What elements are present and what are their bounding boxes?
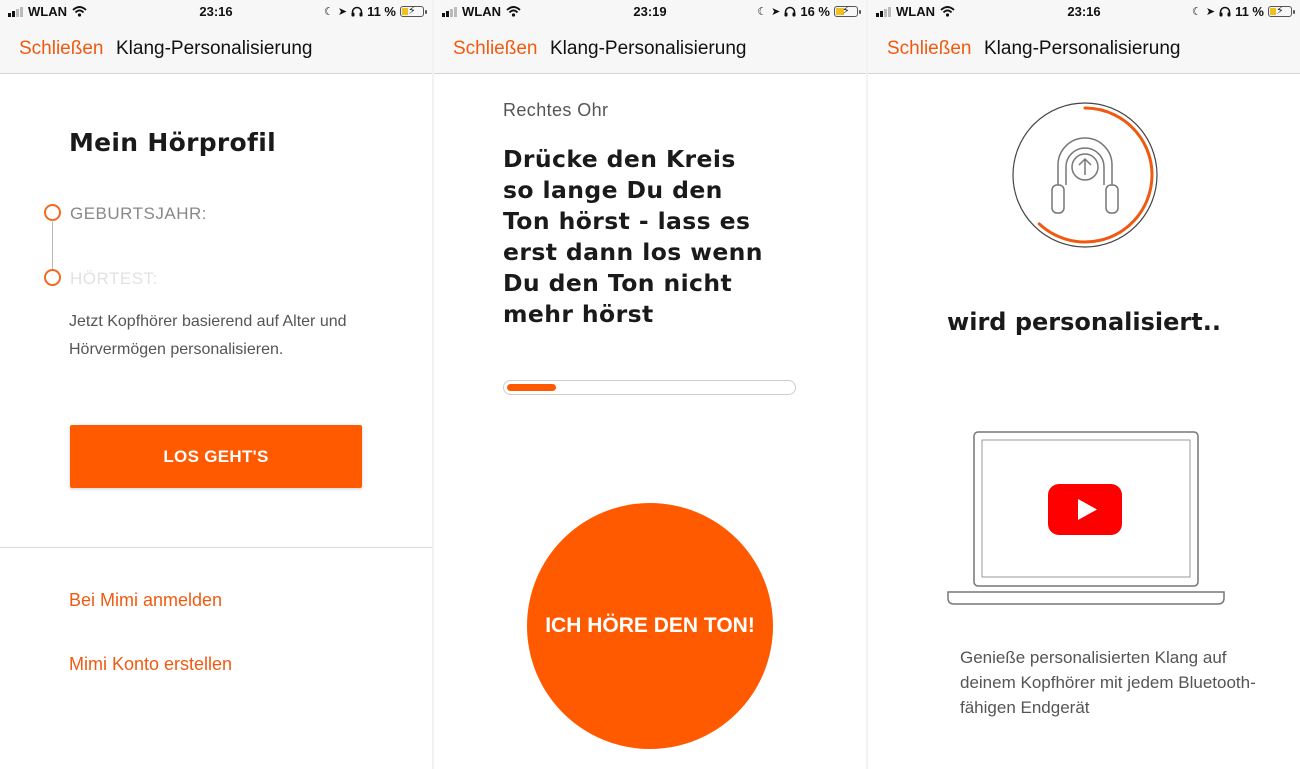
location-arrow-icon: ➤ — [771, 6, 781, 18]
nav-title: Klang-Personalisierung — [984, 38, 1181, 59]
headphones-icon — [1219, 6, 1231, 17]
page-title: Mein Hörprofil — [69, 128, 276, 157]
headphones-icon — [784, 6, 796, 17]
close-button[interactable]: Schließen — [887, 38, 972, 60]
test-progress-fill — [507, 384, 556, 391]
step-dot-birthyear — [44, 204, 61, 221]
personalization-progress-ring — [1012, 102, 1158, 248]
battery-percent: 11 % — [367, 4, 396, 19]
upload-icon — [1071, 153, 1099, 181]
status-bar: WLAN 23:16 ☾ ➤ 11 % ⚡ — [868, 0, 1300, 24]
status-bar: WLAN 23:19 ☾ ➤ 16 % ⚡ — [434, 0, 866, 24]
battery-icon: ⚡ — [400, 5, 427, 17]
location-arrow-icon: ➤ — [337, 6, 348, 18]
nav-title: Klang-Personalisierung — [550, 38, 747, 59]
intro-description: Jetzt Kopfhörer basierend auf Alter und … — [69, 313, 347, 358]
youtube-play-icon — [1048, 484, 1122, 535]
moon-icon: ☾ — [1191, 6, 1202, 18]
battery-icon: ⚡ — [834, 5, 861, 17]
personalizing-status: wird personalisiert.. — [947, 308, 1221, 336]
nav-title: Klang-Personalisierung — [116, 38, 313, 59]
step-connector — [52, 220, 53, 272]
login-link[interactable]: Bei Mimi anmelden — [69, 590, 222, 611]
step-label-hearingtest: HÖRTEST: — [70, 269, 158, 288]
screen-hoerprofil: WLAN 23:16 ☾ ➤ 11 % ⚡ Schließen Klang-Pe… — [0, 0, 432, 769]
close-button[interactable]: Schließen — [453, 38, 538, 60]
hear-tone-button[interactable]: ICH HÖRE DEN TON! — [527, 503, 773, 749]
divider — [0, 547, 432, 548]
screen-hoertest: WLAN 23:19 ☾ ➤ 16 % ⚡ Schließen Klang-Pe… — [434, 0, 866, 769]
moon-icon: ☾ — [323, 6, 334, 18]
battery-icon: ⚡ — [1268, 5, 1295, 17]
create-account-link[interactable]: Mimi Konto erstellen — [69, 654, 232, 675]
test-instruction: Drücke den Kreis so lange Du den Ton hör… — [503, 145, 763, 328]
ear-label: Rechtes Ohr — [503, 100, 609, 120]
step-dot-hearingtest — [44, 269, 61, 286]
battery-percent: 16 % — [800, 4, 830, 19]
laptop-icon — [947, 431, 1225, 605]
headphones-icon — [351, 6, 363, 17]
step-label-birthyear: GEBURTSJAHR: — [70, 204, 207, 223]
nav-bar: Schließen Klang-Personalisierung — [434, 24, 866, 74]
location-arrow-icon: ➤ — [1205, 6, 1216, 18]
headphones-icon — [1051, 137, 1119, 214]
enjoy-description: Genieße personalisierten Klang auf deine… — [960, 648, 1256, 717]
screen-personalizing: WLAN 23:16 ☾ ➤ 11 % ⚡ Schließen Klang-Pe… — [868, 0, 1300, 769]
moon-icon: ☾ — [757, 6, 768, 18]
nav-bar: Schließen Klang-Personalisierung — [868, 24, 1300, 74]
battery-percent: 11 % — [1235, 4, 1264, 19]
close-button[interactable]: Schließen — [19, 38, 104, 60]
status-bar: WLAN 23:16 ☾ ➤ 11 % ⚡ — [0, 0, 432, 24]
test-progress-bar — [503, 380, 796, 395]
start-button[interactable]: LOS GEHT'S — [70, 425, 362, 488]
nav-bar: Schließen Klang-Personalisierung — [0, 24, 432, 74]
